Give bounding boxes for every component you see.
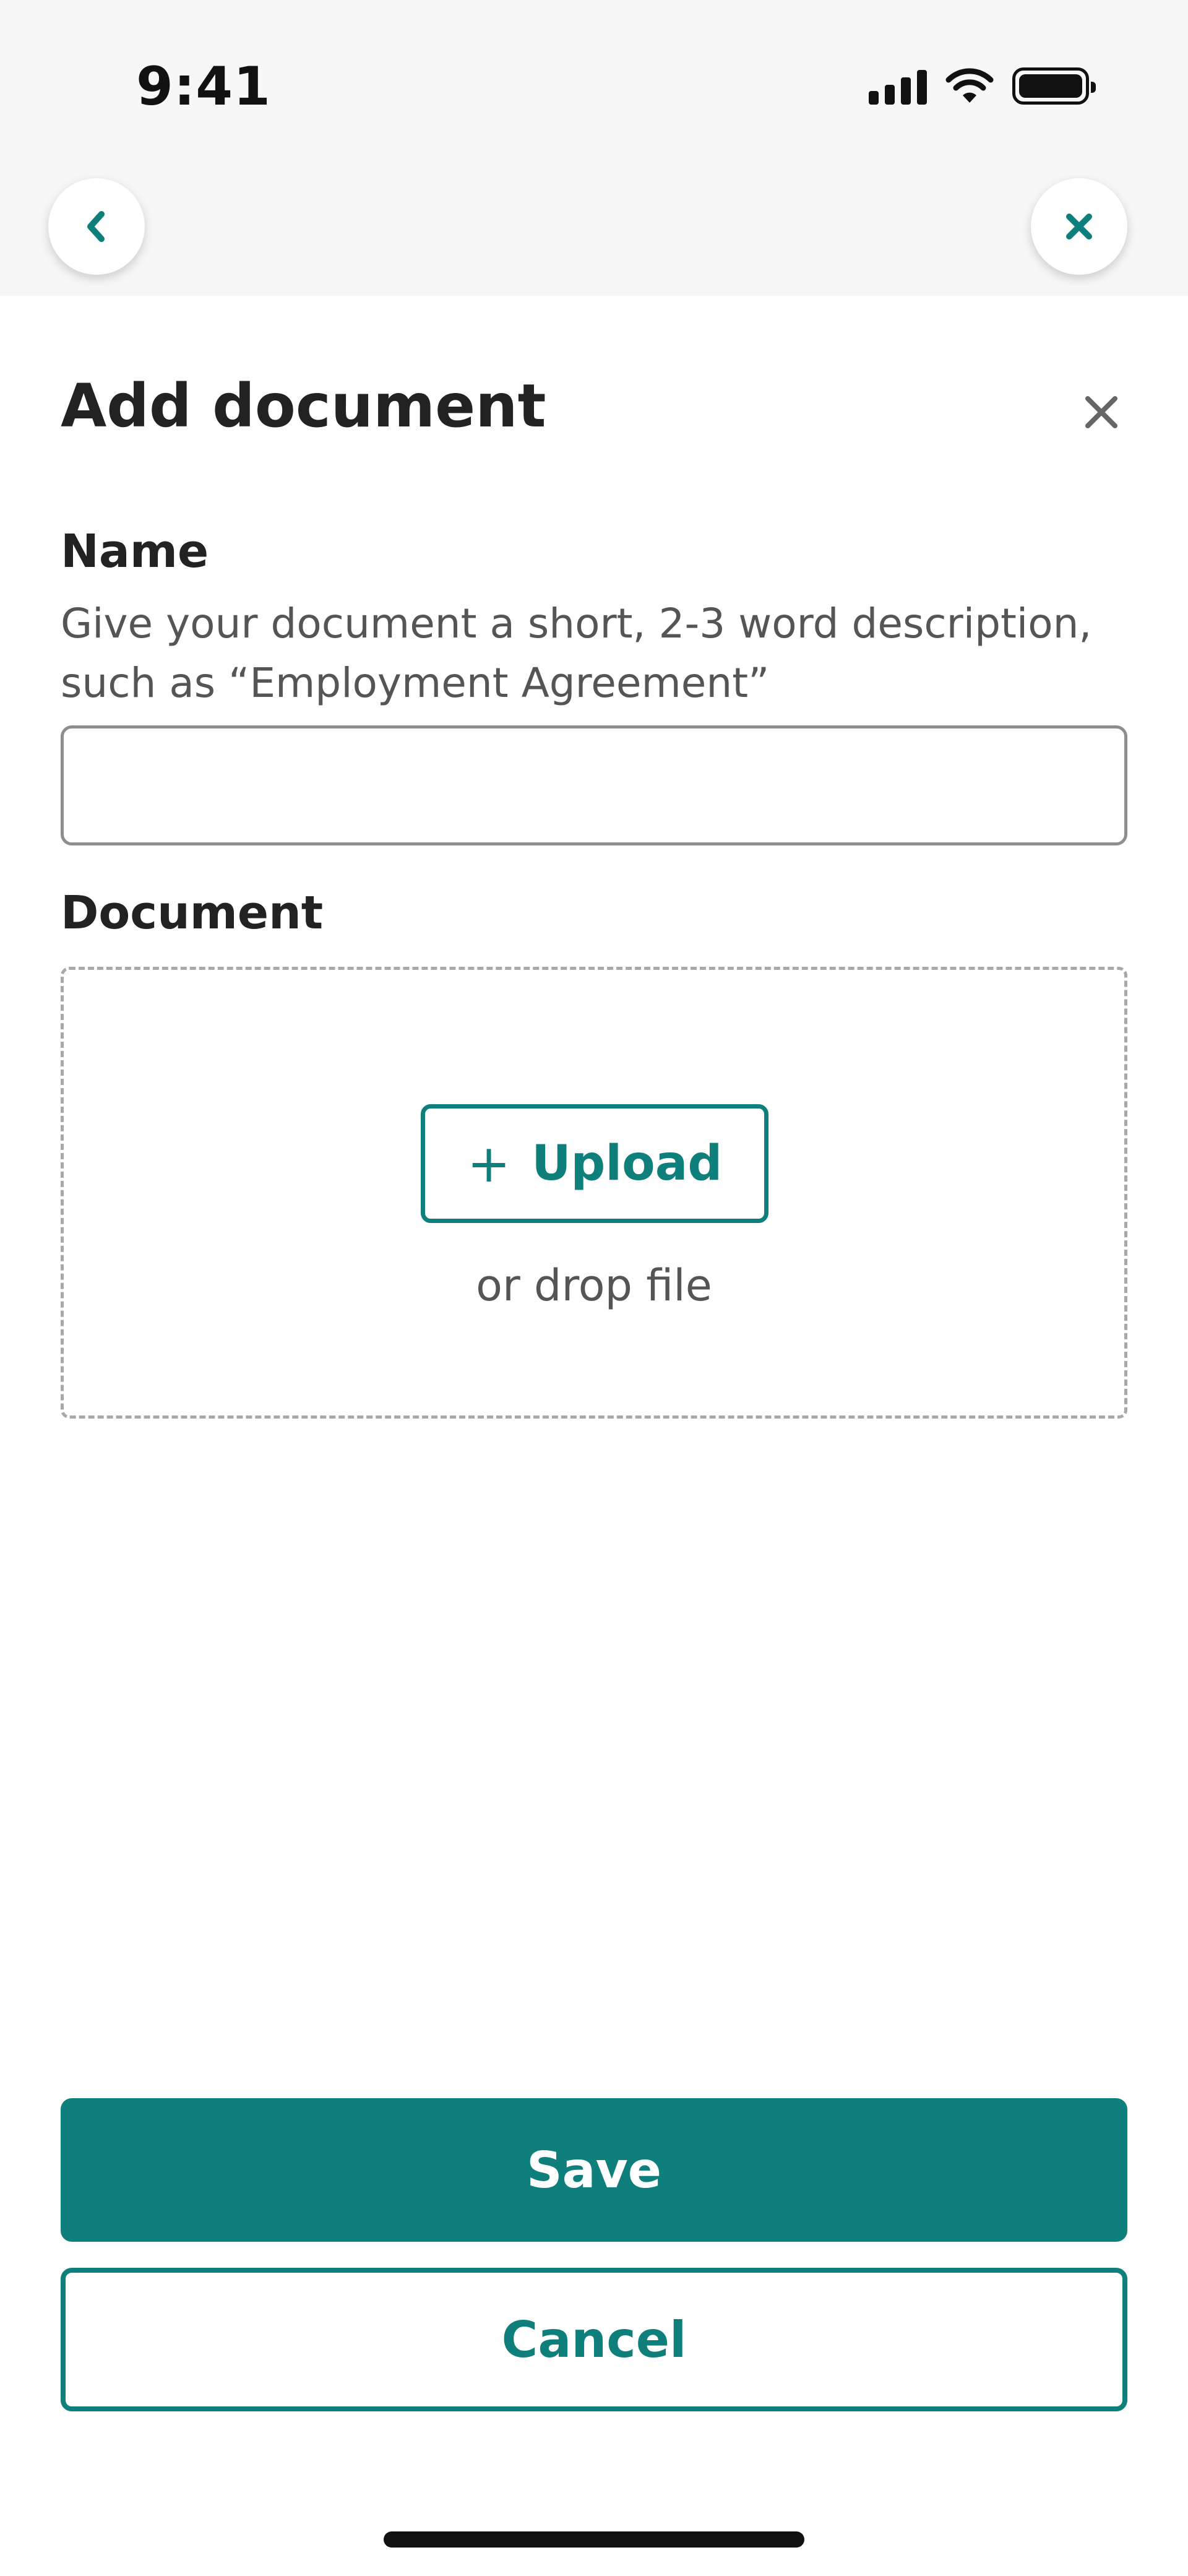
upload-button[interactable]: + Upload (421, 1104, 768, 1223)
back-button[interactable] (48, 178, 145, 275)
close-icon (1085, 396, 1117, 428)
document-label: Document (61, 886, 324, 940)
chevron-left-icon (87, 211, 105, 242)
home-indicator (384, 2531, 804, 2548)
wifi-icon (945, 68, 994, 103)
battery-icon (1012, 67, 1096, 105)
upload-label: Upload (532, 1136, 723, 1191)
page-title: Add document (61, 371, 546, 441)
plus-icon: + (467, 1133, 511, 1194)
top-bar: 9:41 (0, 0, 1188, 296)
close-button[interactable] (1031, 178, 1127, 275)
close-icon (1066, 214, 1092, 240)
save-button[interactable]: Save (61, 2098, 1127, 2242)
cancel-button[interactable]: Cancel (61, 2268, 1127, 2411)
signal-icon (869, 67, 927, 105)
status-icons (869, 64, 1096, 108)
modal-close-button[interactable] (1079, 390, 1124, 434)
name-input[interactable] (61, 725, 1127, 845)
drop-file-text: or drop file (476, 1260, 712, 1311)
name-label: Name (61, 525, 209, 578)
add-document-screen: 9:41 Add document Name Give your documen… (0, 0, 1188, 2576)
name-helper-text: Give your document a short, 2-3 word des… (61, 600, 1092, 707)
status-time: 9:41 (136, 56, 271, 118)
